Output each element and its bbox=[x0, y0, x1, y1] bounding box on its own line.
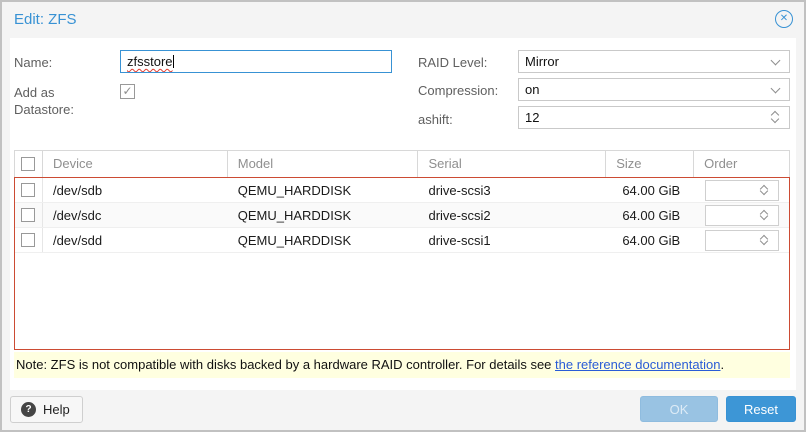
dialog-titlebar: Edit: ZFS ✕ bbox=[2, 2, 804, 36]
order-cell bbox=[694, 205, 789, 226]
reference-documentation-link[interactable]: the reference documentation bbox=[555, 357, 721, 372]
chevron-down-icon bbox=[771, 56, 781, 66]
chevron-down-icon bbox=[771, 84, 781, 94]
order-cell bbox=[694, 180, 789, 201]
serial-cell: drive-scsi2 bbox=[418, 208, 606, 223]
disk-table-header: Device Model Serial Size Order bbox=[14, 150, 790, 177]
order-cell bbox=[694, 230, 789, 251]
raid-level-value: Mirror bbox=[525, 54, 559, 69]
dialog-title: Edit: ZFS bbox=[14, 11, 77, 28]
compression-value: on bbox=[525, 82, 539, 97]
note-text-suffix: . bbox=[721, 357, 725, 372]
select-all-checkbox[interactable] bbox=[21, 157, 35, 171]
row-checkbox-cell bbox=[15, 228, 43, 252]
help-button[interactable]: ? Help bbox=[10, 396, 83, 423]
name-input[interactable]: zfsstore bbox=[120, 50, 392, 73]
row-checkbox[interactable] bbox=[21, 183, 35, 197]
ashift-label: ashift: bbox=[418, 111, 453, 128]
disk-table-body: /dev/sdb QEMU_HARDDISK drive-scsi3 64.00… bbox=[14, 177, 790, 350]
column-header-serial[interactable]: Serial bbox=[418, 151, 606, 177]
close-icon[interactable]: ✕ bbox=[775, 10, 793, 28]
table-row[interactable]: /dev/sdb QEMU_HARDDISK drive-scsi3 64.00… bbox=[15, 178, 789, 203]
row-checkbox[interactable] bbox=[21, 233, 35, 247]
device-cell: /dev/sdc bbox=[43, 208, 228, 223]
name-input-value: zfsstore bbox=[127, 54, 173, 69]
order-spinner[interactable] bbox=[705, 205, 779, 226]
serial-cell: drive-scsi3 bbox=[418, 183, 606, 198]
serial-cell: drive-scsi1 bbox=[418, 233, 606, 248]
size-cell: 64.00 GiB bbox=[606, 183, 694, 198]
spinner-arrows[interactable] bbox=[771, 107, 781, 128]
order-spinner[interactable] bbox=[705, 230, 779, 251]
column-header-order[interactable]: Order bbox=[694, 151, 789, 177]
help-button-label: Help bbox=[43, 402, 70, 417]
spinner-arrows[interactable] bbox=[760, 231, 770, 250]
ashift-value: 12 bbox=[525, 110, 539, 125]
select-all-cell bbox=[15, 151, 43, 177]
column-header-model[interactable]: Model bbox=[228, 151, 419, 177]
text-caret bbox=[173, 55, 174, 68]
add-as-datastore-checkbox[interactable]: ✓ bbox=[120, 84, 135, 99]
edit-zfs-dialog: Edit: ZFS ✕ Name: zfsstore Add as Datast… bbox=[0, 0, 806, 432]
reset-button[interactable]: Reset bbox=[726, 396, 796, 422]
size-cell: 64.00 GiB bbox=[606, 208, 694, 223]
raid-level-label: RAID Level: bbox=[418, 54, 487, 71]
table-row[interactable]: /dev/sdd QEMU_HARDDISK drive-scsi1 64.00… bbox=[15, 228, 789, 253]
row-checkbox-cell bbox=[15, 203, 43, 227]
compression-label: Compression: bbox=[418, 82, 498, 99]
model-cell: QEMU_HARDDISK bbox=[228, 208, 419, 223]
ashift-spinner[interactable]: 12 bbox=[518, 106, 790, 129]
device-cell: /dev/sdb bbox=[43, 183, 228, 198]
add-as-datastore-label: Add as Datastore: bbox=[14, 84, 102, 118]
zfs-raid-note: Note: ZFS is not compatible with disks b… bbox=[14, 352, 790, 378]
spinner-arrows[interactable] bbox=[760, 181, 770, 200]
ok-button[interactable]: OK bbox=[640, 396, 718, 422]
name-label: Name: bbox=[14, 54, 52, 71]
model-cell: QEMU_HARDDISK bbox=[228, 233, 419, 248]
disk-table: Device Model Serial Size Order /dev/sdb … bbox=[14, 150, 790, 350]
model-cell: QEMU_HARDDISK bbox=[228, 183, 419, 198]
dialog-footer: ? Help OK Reset bbox=[10, 395, 796, 423]
size-cell: 64.00 GiB bbox=[606, 233, 694, 248]
device-cell: /dev/sdd bbox=[43, 233, 228, 248]
note-text: Note: ZFS is not compatible with disks b… bbox=[16, 357, 555, 372]
raid-level-select[interactable]: Mirror bbox=[518, 50, 790, 73]
table-row[interactable]: /dev/sdc QEMU_HARDDISK drive-scsi2 64.00… bbox=[15, 203, 789, 228]
checkbox-check-icon: ✓ bbox=[122, 84, 132, 98]
row-checkbox[interactable] bbox=[21, 208, 35, 222]
column-header-device[interactable]: Device bbox=[43, 151, 228, 177]
dialog-body: Name: zfsstore Add as Datastore: ✓ RAID … bbox=[10, 38, 796, 390]
column-header-size[interactable]: Size bbox=[606, 151, 694, 177]
help-icon: ? bbox=[21, 402, 36, 417]
spinner-arrows[interactable] bbox=[760, 206, 770, 225]
order-spinner[interactable] bbox=[705, 180, 779, 201]
row-checkbox-cell bbox=[15, 178, 43, 202]
compression-select[interactable]: on bbox=[518, 78, 790, 101]
